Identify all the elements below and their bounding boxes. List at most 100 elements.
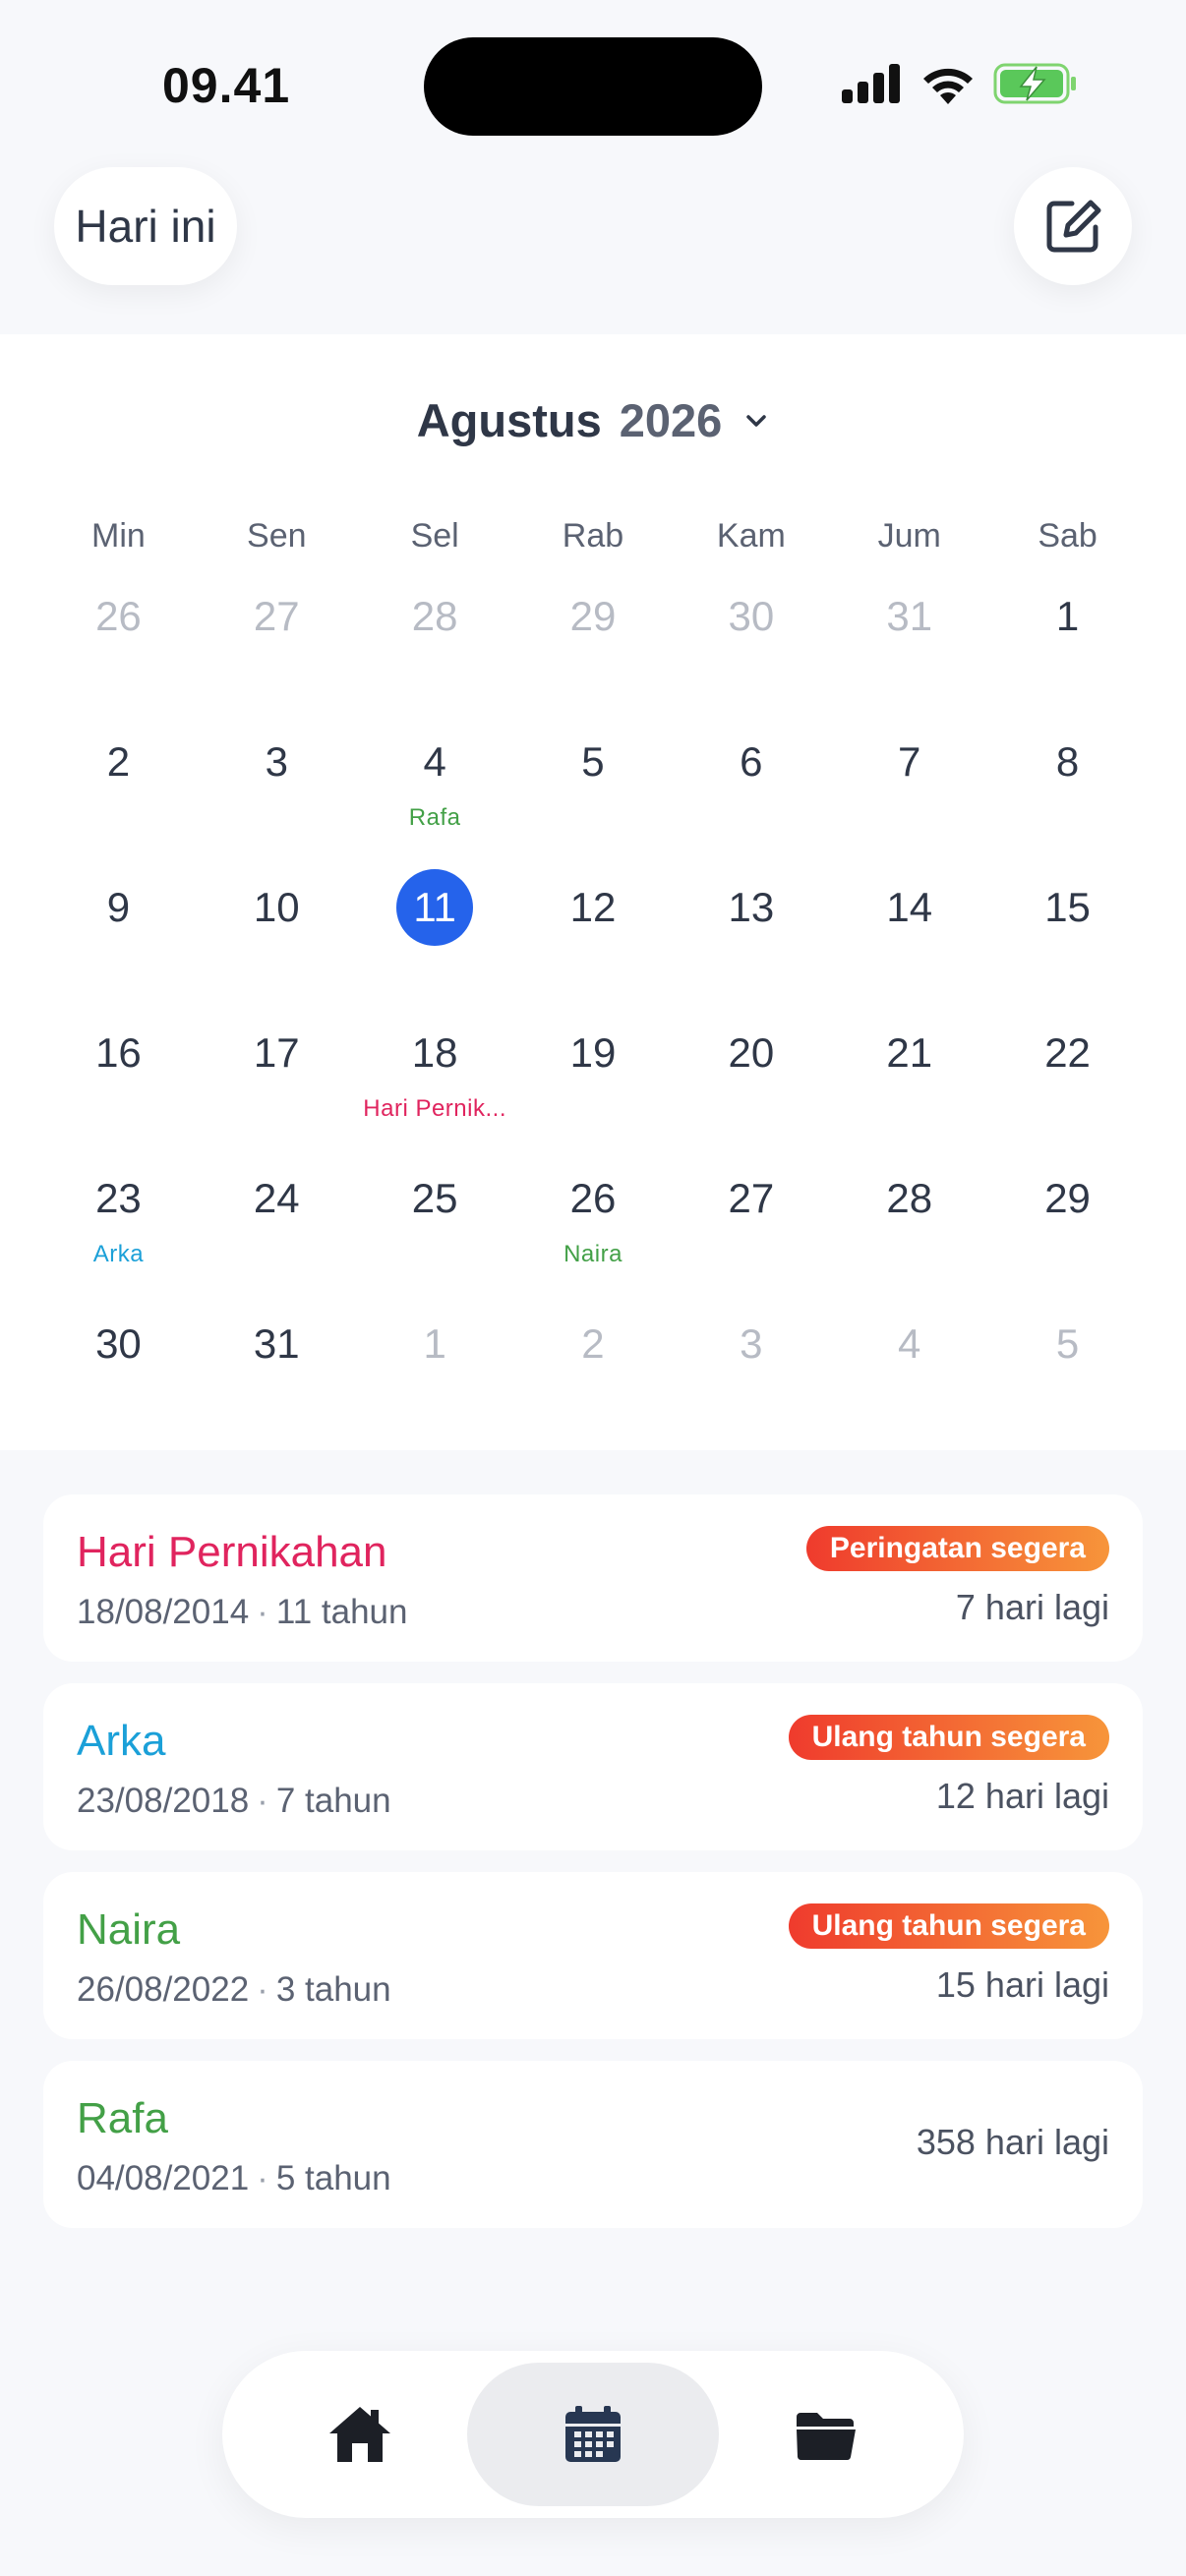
- calendar-day[interactable]: 3: [198, 724, 356, 869]
- calendar-day[interactable]: 22: [988, 1015, 1147, 1160]
- day-number: 14: [886, 884, 933, 930]
- calendar-day[interactable]: 29: [988, 1160, 1147, 1306]
- calendar-day[interactable]: 28: [830, 1160, 988, 1306]
- day-number: 26: [569, 1175, 617, 1221]
- event-age: 5 tahun: [275, 2159, 391, 2197]
- calendar-day[interactable]: 12: [514, 869, 673, 1015]
- day-number: 5: [1055, 1320, 1080, 1367]
- day-number: 30: [95, 1320, 142, 1367]
- day-number: 27: [253, 593, 300, 639]
- calendar-day[interactable]: 10: [198, 869, 356, 1015]
- day-number: 25: [411, 1175, 458, 1221]
- nav-files[interactable]: [700, 2363, 952, 2506]
- calendar-day[interactable]: 13: [672, 869, 830, 1015]
- event-card[interactable]: Naira 26/08/2022 · 3 tahun Ulang tahun seger…: [43, 1872, 1143, 2039]
- calendar-day[interactable]: 26 Naira: [514, 1160, 673, 1306]
- day-number: 13: [728, 884, 775, 930]
- separator-dot: ·: [257, 1782, 268, 1820]
- weekday-label: Min: [91, 517, 146, 555]
- status-badge: Peringatan segera: [805, 1526, 1109, 1571]
- calendar-day[interactable]: 9: [39, 869, 198, 1015]
- calendar-day[interactable]: 2: [39, 724, 198, 869]
- status-time: 09.41: [162, 58, 291, 113]
- day-number: 19: [569, 1029, 617, 1076]
- event-card[interactable]: Hari Pernikahan 18/08/2014 · 11 tahun Pering…: [43, 1494, 1143, 1662]
- calendar-day[interactable]: 14: [830, 869, 988, 1015]
- day-number: 1: [1055, 593, 1080, 639]
- calendar-day[interactable]: 24: [198, 1160, 356, 1306]
- weekday-label: Sen: [247, 517, 307, 555]
- calendar-day[interactable]: 27: [672, 1160, 830, 1306]
- event-age: 3 tahun: [275, 1970, 391, 2009]
- nav-home[interactable]: [234, 2363, 486, 2506]
- day-number: 9: [106, 884, 131, 930]
- calendar-day[interactable]: 15: [988, 869, 1147, 1015]
- calendar-day-selected[interactable]: 11: [356, 869, 514, 1015]
- day-number: 2: [581, 1320, 605, 1367]
- calendar-panel: Agustus 2026 Min Sen Sel Rab Kam Jum Sab 26 27 2…: [0, 334, 1186, 1450]
- event-card[interactable]: Arka 23/08/2018 · 7 tahun Ulang tahun segera…: [43, 1683, 1143, 1850]
- calendar-day[interactable]: 5: [514, 724, 673, 869]
- event-date: 18/08/2014: [77, 1593, 250, 1631]
- calendar-day[interactable]: 7: [830, 724, 988, 869]
- day-number: 28: [886, 1175, 933, 1221]
- calendar-day[interactable]: 31: [830, 578, 988, 724]
- calendar-day[interactable]: 5: [988, 1306, 1147, 1451]
- calendar-day[interactable]: 27: [198, 578, 356, 724]
- day-number: 24: [253, 1175, 300, 1221]
- calendar-grid: 26 27 28 29 30 31 1 2 3 4 Rafa 5 6 7 8 9 10 11 12 13 14 15 16 1…: [39, 578, 1147, 1451]
- event-card[interactable]: Rafa 04/08/2021 · 5 tahun 358 hari lagi: [43, 2061, 1143, 2228]
- nav-calendar[interactable]: [467, 2363, 719, 2506]
- day-number: 27: [728, 1175, 775, 1221]
- day-number: 29: [1044, 1175, 1091, 1221]
- day-number: 31: [253, 1320, 300, 1367]
- day-number: 31: [886, 593, 933, 639]
- calendar-day[interactable]: 3: [672, 1306, 830, 1451]
- calendar-day[interactable]: 1: [356, 1306, 514, 1451]
- calendar-day[interactable]: 26: [39, 578, 198, 724]
- day-number: 3: [265, 738, 288, 785]
- battery-icon: [993, 63, 1076, 104]
- status-badge: Ulang tahun segera: [788, 1715, 1109, 1760]
- day-number: 20: [728, 1029, 775, 1076]
- day-number: 28: [411, 593, 458, 639]
- calendar-day[interactable]: 25: [356, 1160, 514, 1306]
- calendar-day[interactable]: 16: [39, 1015, 198, 1160]
- event-name: Arka: [77, 1717, 166, 1765]
- calendar-day[interactable]: 6: [672, 724, 830, 869]
- edit-button[interactable]: [1014, 167, 1132, 285]
- calendar-day[interactable]: 8: [988, 724, 1147, 869]
- day-number: 1: [423, 1320, 446, 1367]
- calendar-day[interactable]: 18 Hari Pernik...: [356, 1015, 514, 1160]
- day-number: 17: [253, 1029, 300, 1076]
- calendar-day[interactable]: 4 Rafa: [356, 724, 514, 869]
- event-meta: 23/08/2018 · 7 tahun: [77, 1782, 391, 1821]
- calendar-day[interactable]: 4: [830, 1306, 988, 1451]
- month-year-selector[interactable]: Agustus 2026: [0, 393, 1186, 447]
- days-remaining: 15 hari lagi: [935, 1964, 1109, 2005]
- calendar-day[interactable]: 1: [988, 578, 1147, 724]
- day-event-label: Rafa: [408, 804, 461, 831]
- event-meta: 26/08/2022 · 3 tahun: [77, 1970, 391, 2010]
- calendar-day[interactable]: 2: [514, 1306, 673, 1451]
- weekday-label: Sel: [410, 517, 459, 555]
- calendar-day[interactable]: 19: [514, 1015, 673, 1160]
- calendar-day[interactable]: 29: [514, 578, 673, 724]
- calendar-day[interactable]: 23 Arka: [39, 1160, 198, 1306]
- day-number: 4: [898, 1320, 921, 1367]
- day-number: 11: [396, 869, 474, 946]
- calendar-day[interactable]: 30: [39, 1306, 198, 1451]
- today-button[interactable]: Hari ini: [54, 167, 237, 285]
- calendar-day[interactable]: 21: [830, 1015, 988, 1160]
- calendar-day[interactable]: 30: [672, 578, 830, 724]
- event-name: Hari Pernikahan: [77, 1528, 387, 1576]
- chevron-down-icon: [743, 408, 769, 434]
- day-number: 2: [106, 738, 131, 785]
- calendar-day[interactable]: 31: [198, 1306, 356, 1451]
- calendar-day[interactable]: 20: [672, 1015, 830, 1160]
- separator-dot: ·: [257, 1593, 268, 1631]
- weekday-label: Kam: [716, 517, 786, 555]
- calendar-day[interactable]: 28: [356, 578, 514, 724]
- calendar-day[interactable]: 17: [198, 1015, 356, 1160]
- day-number: 3: [740, 1320, 763, 1367]
